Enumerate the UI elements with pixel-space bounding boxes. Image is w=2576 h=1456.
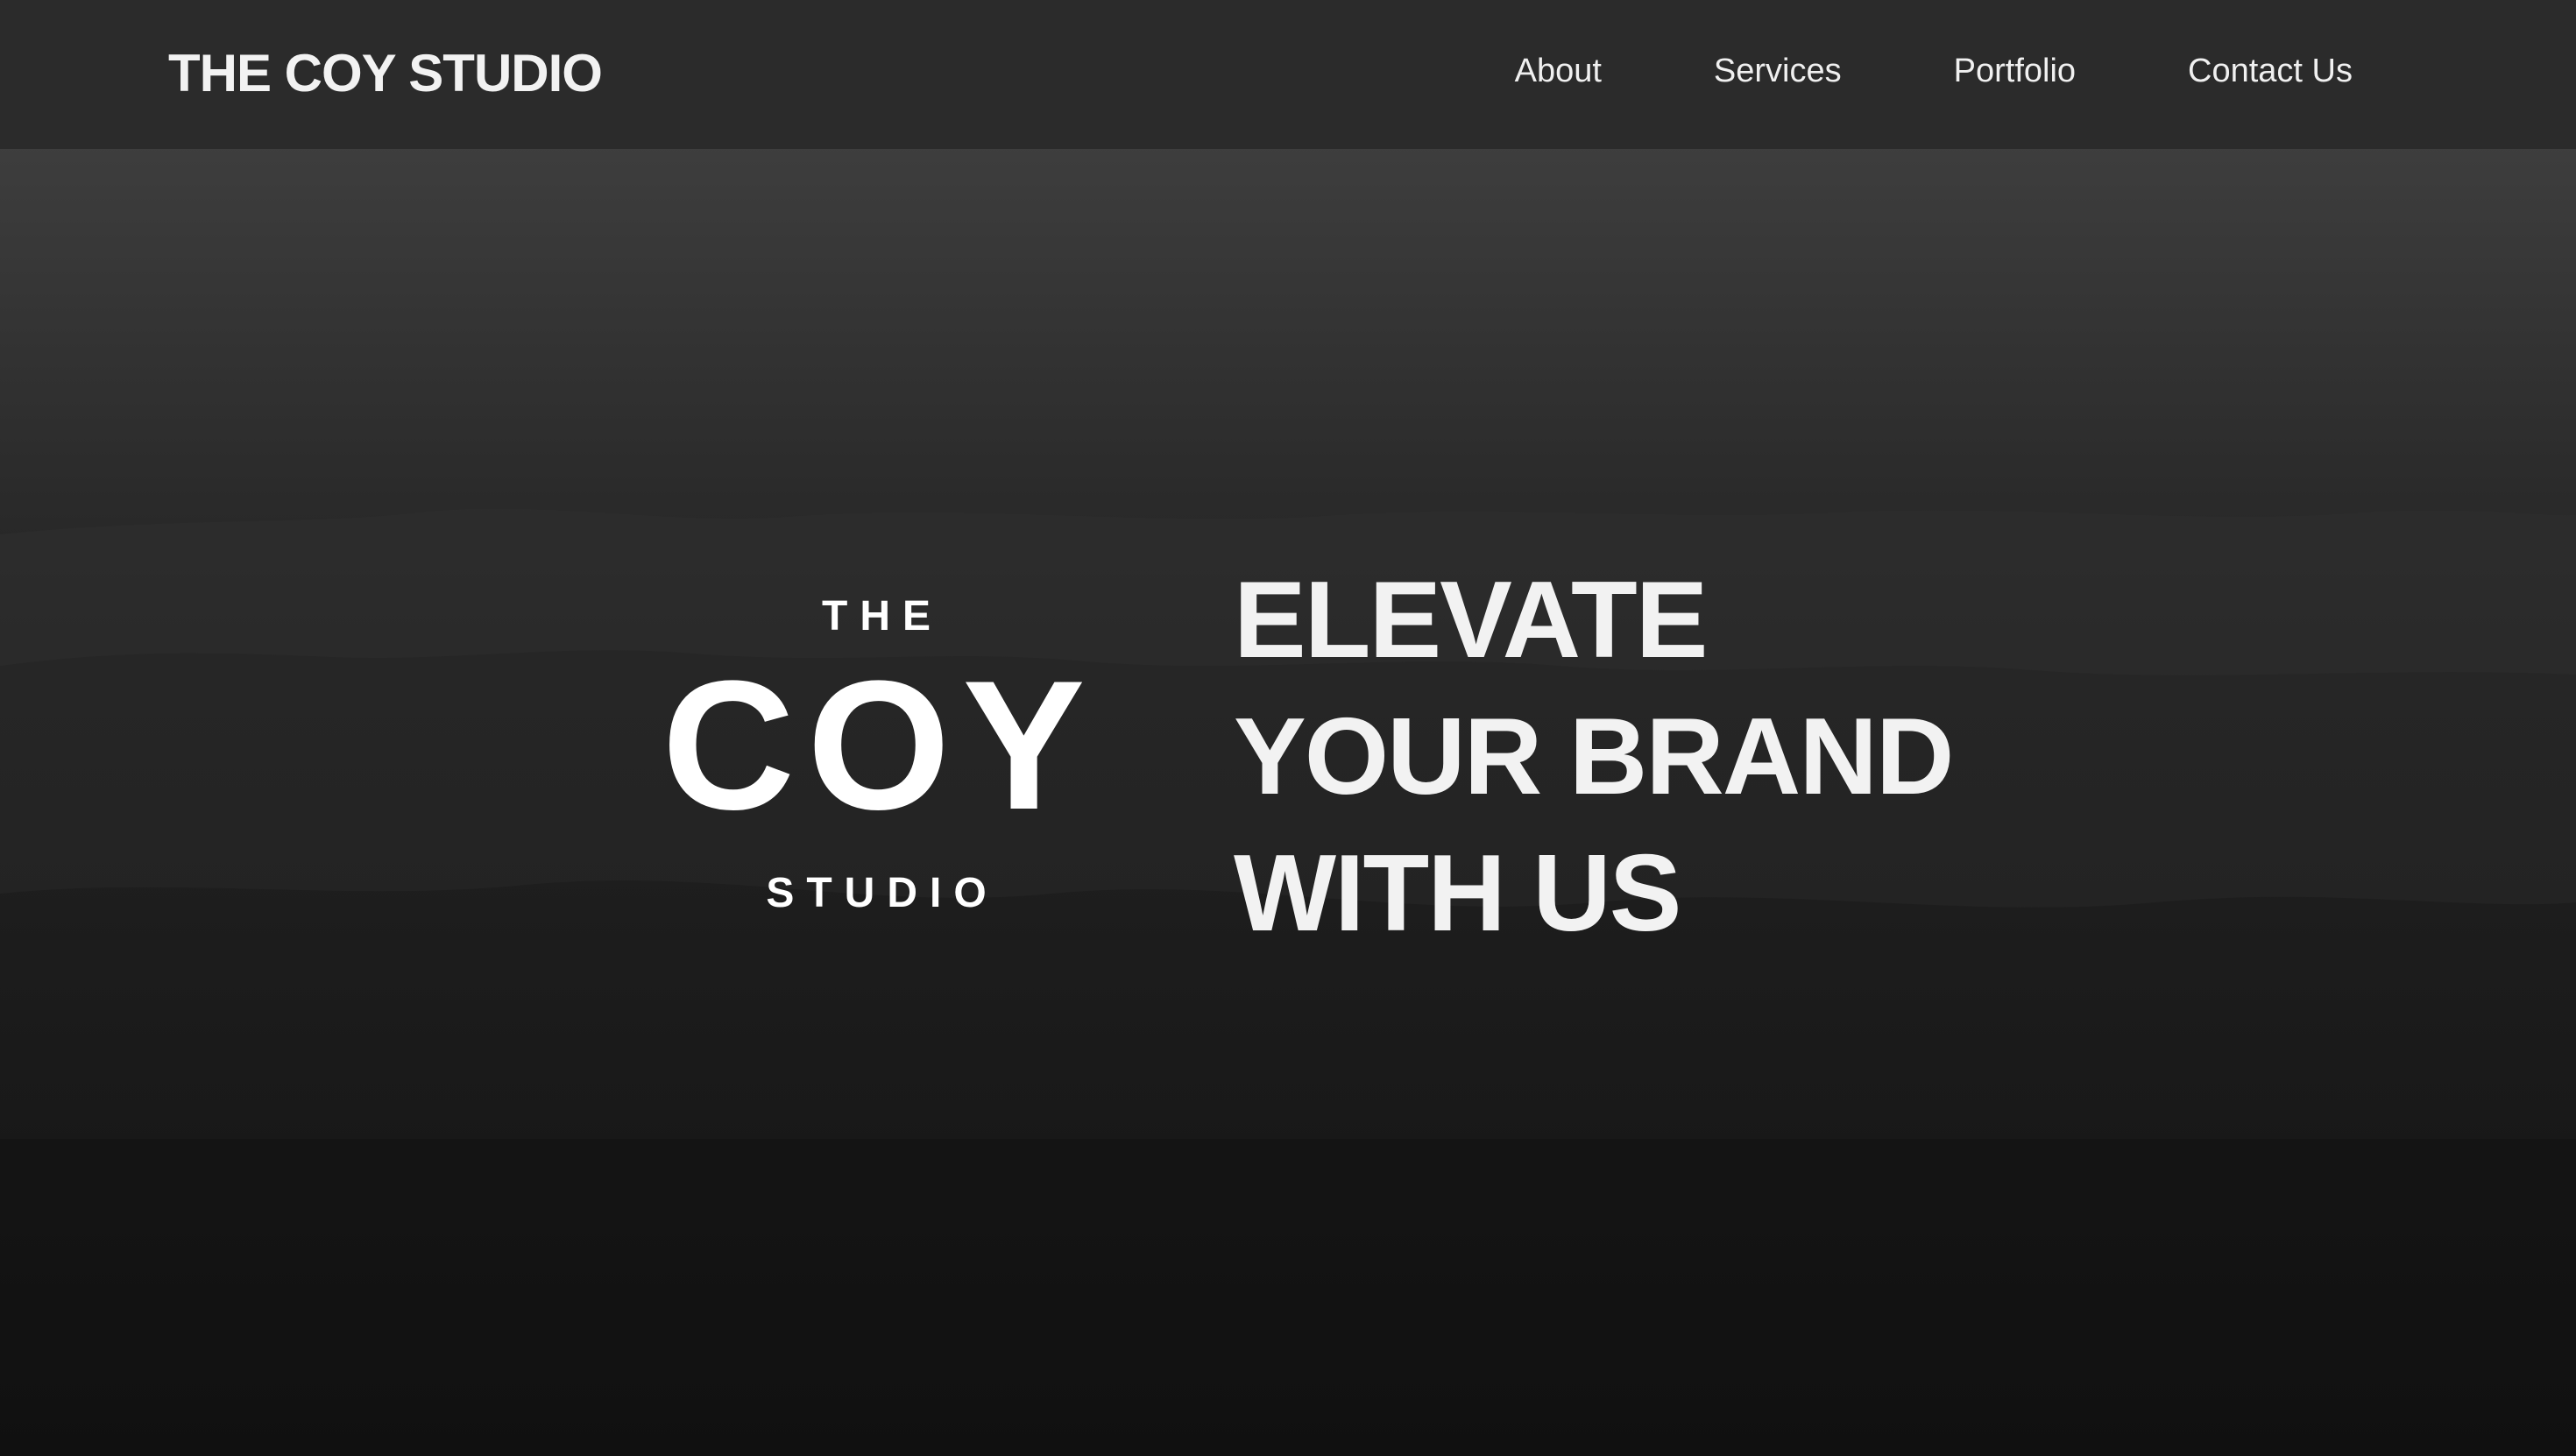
tagline-line-1: ELEVATE (1234, 560, 1708, 681)
tagline-line-2: YOUR BRAND (1234, 696, 1954, 817)
logo-word-the: THE (822, 593, 943, 640)
nav-link-about[interactable]: About (1515, 49, 1602, 93)
nav-link-portfolio[interactable]: Portfolio (1954, 49, 2076, 93)
nav-link-contact-us[interactable]: Contact Us (2188, 49, 2353, 93)
logo-word-studio: STUDIO (766, 870, 999, 916)
hero-studio-logo: THE COY STUDIO (648, 587, 1104, 920)
nav-link-services[interactable]: Services (1714, 49, 1842, 93)
hero-tagline: ELEVATE YOUR BRAND WITH US (1234, 552, 1954, 962)
page: THE COY STUDIO About Services Portfolio … (0, 0, 2576, 1456)
top-navigation-bar: THE COY STUDIO About Services Portfolio … (0, 0, 2576, 149)
nav-menu: About Services Portfolio Contact Us (1515, 49, 2353, 93)
brand-logo-text[interactable]: THE COY STUDIO (168, 39, 603, 109)
tagline-line-3: WITH US (1234, 833, 1682, 954)
logo-word-coy: COY (662, 642, 1098, 848)
